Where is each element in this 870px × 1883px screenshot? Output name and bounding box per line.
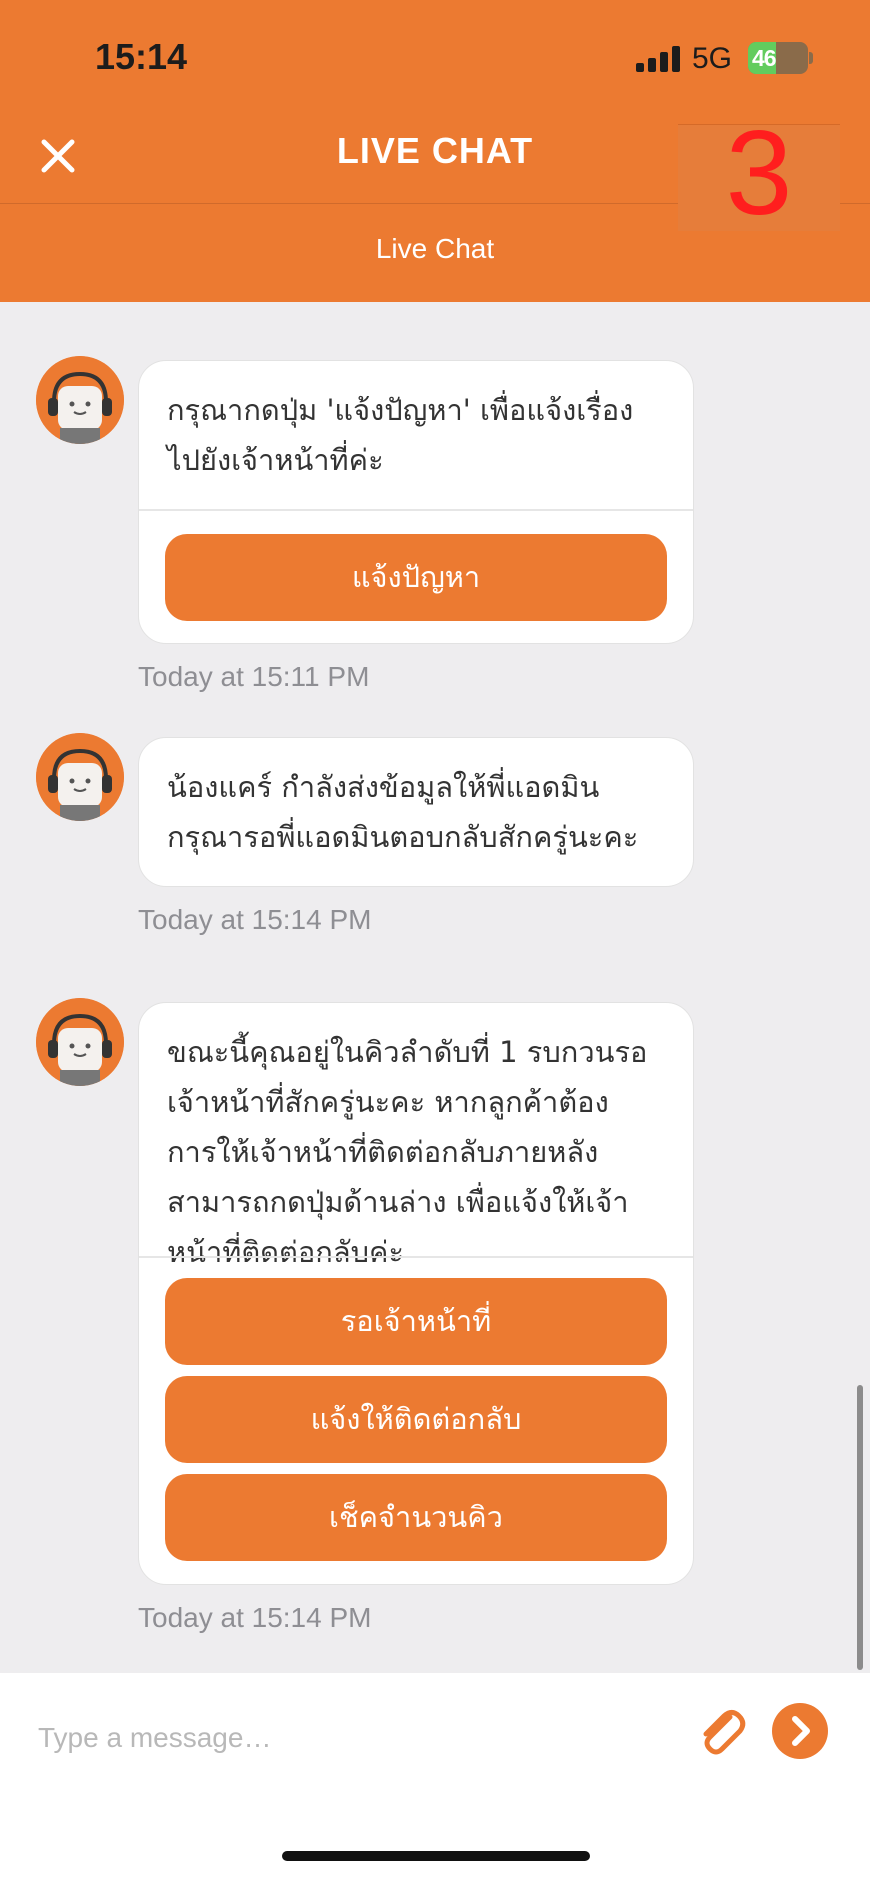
home-indicator: [282, 1851, 590, 1861]
bot-avatar-icon: [36, 733, 124, 821]
attach-button[interactable]: [692, 1703, 750, 1761]
attach-icon: [703, 1710, 746, 1755]
message-timestamp: Today at 15:11 PM: [138, 661, 370, 692]
scrollbar[interactable]: [857, 1385, 863, 1670]
wait-for-agent-button[interactable]: รอเจ้าหน้าที่: [165, 1278, 667, 1365]
composer: [0, 1673, 870, 1883]
bubble-divider: [139, 1256, 693, 1258]
overlay-badge: 3: [678, 113, 840, 233]
status-bar: 15:14 5G 46: [0, 0, 870, 118]
send-button[interactable]: [772, 1703, 828, 1759]
message-bubble: น้องแคร์ กำลังส่งข้อมูลให้พี่แอดมิน กรุณ…: [138, 737, 694, 887]
report-problem-button[interactable]: แจ้งปัญหา: [165, 534, 667, 621]
battery-icon: 46: [748, 42, 808, 74]
message-timestamp: Today at 15:14 PM: [138, 904, 372, 935]
message-bubble: กรุณากดปุ่ม 'แจ้งปัญหา' เพื่อแจ้งเรื่องไ…: [138, 360, 694, 644]
message-text: ขณะนี้คุณอยู่ในคิวลำดับที่ 1 รบกวนรอเจ้า…: [167, 1035, 648, 1269]
bubble-divider: [139, 509, 693, 511]
signal-icon: [636, 46, 680, 72]
request-callback-button[interactable]: แจ้งให้ติดต่อกลับ: [165, 1376, 667, 1463]
status-time: 15:14: [95, 36, 188, 77]
network-label: 5G: [692, 42, 733, 75]
message-timestamp: Today at 15:14 PM: [138, 1602, 372, 1633]
bot-avatar-icon: [36, 356, 124, 444]
bot-avatar-icon: [36, 998, 124, 1086]
overlay-number: 3: [725, 106, 793, 240]
message-text: น้องแคร์ กำลังส่งข้อมูลให้พี่แอดมิน กรุณ…: [167, 770, 639, 854]
message-text: กรุณากดปุ่ม 'แจ้งปัญหา' เพื่อแจ้งเรื่องไ…: [167, 393, 634, 477]
battery-level: 46: [752, 45, 777, 71]
message-input[interactable]: [36, 1709, 660, 1767]
check-queue-button[interactable]: เช็คจำนวนคิว: [165, 1474, 667, 1561]
message-bubble: ขณะนี้คุณอยู่ในคิวลำดับที่ 1 รบกวนรอเจ้า…: [138, 1002, 694, 1585]
send-icon: [792, 1716, 810, 1746]
